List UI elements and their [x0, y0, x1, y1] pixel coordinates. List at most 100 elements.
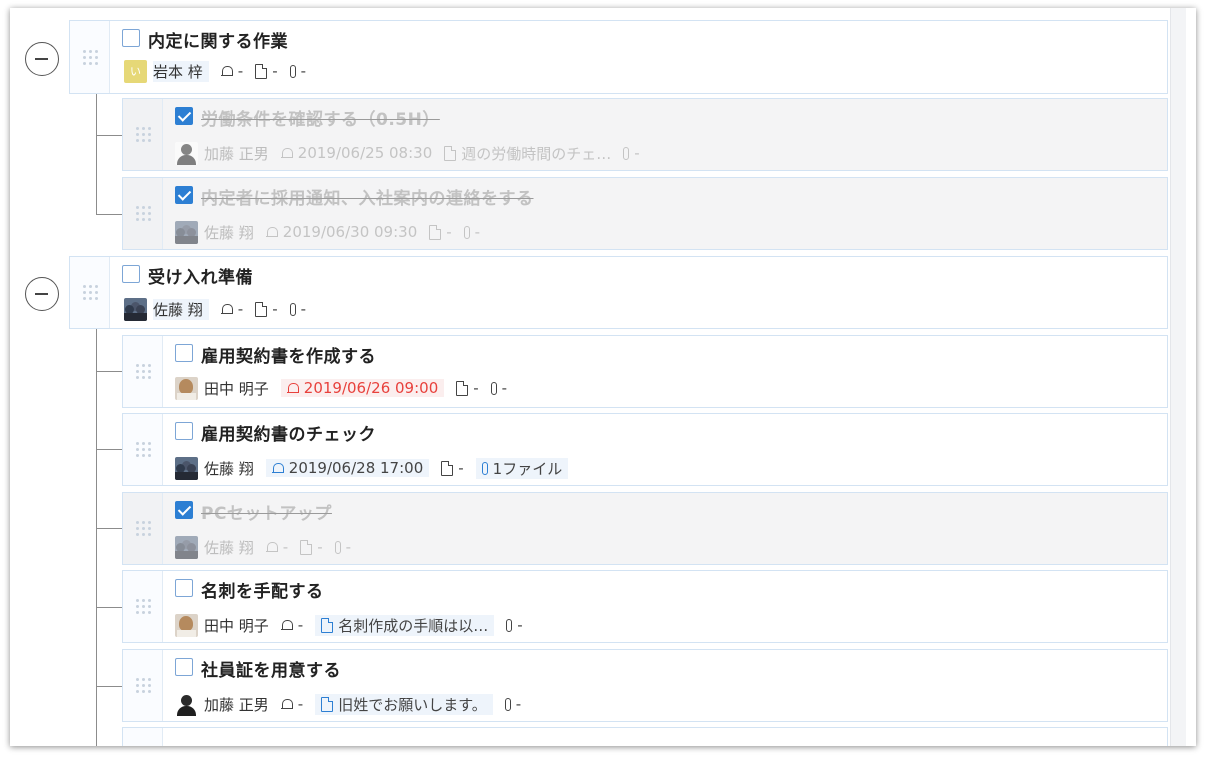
- subtask-card[interactable]: 内定者に採用通知、入社案内の連絡をする 佐藤 翔 2019/06/30 09:3…: [122, 177, 1168, 250]
- assignee-name[interactable]: 佐藤 翔: [153, 298, 209, 320]
- subtask-card[interactable]: [122, 727, 1168, 746]
- task-checkbox[interactable]: [175, 658, 193, 676]
- task-title[interactable]: 雇用契約書を作成する: [201, 342, 376, 367]
- memo[interactable]: -: [429, 223, 452, 241]
- avatar: [175, 692, 198, 716]
- subtask-card[interactable]: 名刺を手配する 田中 明子 - 名刺作成の手順は以… -: [122, 570, 1168, 643]
- memo[interactable]: -: [441, 459, 464, 477]
- attachments[interactable]: -: [289, 300, 306, 318]
- subtask-card[interactable]: PCセットアップ 佐藤 翔 - - -: [122, 492, 1168, 565]
- assignee-name[interactable]: 田中 明子: [204, 615, 269, 636]
- drag-handle-icon[interactable]: [123, 336, 163, 407]
- attachments[interactable]: -: [463, 223, 480, 241]
- memo[interactable]: -: [300, 538, 323, 556]
- avatar: [175, 456, 198, 480]
- paperclip-icon: [289, 64, 296, 78]
- paperclip-icon: [463, 225, 470, 239]
- task-title[interactable]: 内定に関する作業: [148, 27, 288, 52]
- memo[interactable]: -: [456, 379, 479, 397]
- memo[interactable]: 旧姓でお願いします。: [315, 693, 493, 715]
- task-checkbox[interactable]: [175, 422, 193, 440]
- subtask-card[interactable]: 雇用契約書のチェック 佐藤 翔 2019/06/28 17:00 - 1ファイル: [122, 413, 1168, 486]
- drag-handle-icon[interactable]: [123, 571, 163, 642]
- tree-connector: [96, 607, 122, 608]
- task-title[interactable]: 労働条件を確認する（0.5H）: [201, 105, 440, 130]
- drag-handle-icon[interactable]: [70, 21, 110, 93]
- bell-icon: [286, 382, 300, 395]
- assignee-name[interactable]: 田中 明子: [204, 378, 269, 399]
- attachments[interactable]: -: [506, 616, 523, 634]
- reminder-overdue[interactable]: 2019/06/26 09:00: [280, 379, 445, 397]
- task-meta: 佐藤 翔 - - -: [124, 297, 318, 321]
- bell-icon: [220, 65, 234, 78]
- avatar: [175, 613, 198, 637]
- reminder[interactable]: -: [280, 695, 303, 713]
- assignee-name[interactable]: 加藤 正男: [204, 143, 269, 164]
- drag-handle-icon[interactable]: [123, 414, 163, 485]
- task-checkbox-checked[interactable]: [175, 186, 193, 204]
- drag-handle-icon[interactable]: [70, 257, 110, 328]
- collapse-group-button[interactable]: [25, 277, 59, 311]
- task-title[interactable]: 社員証を用意する: [201, 656, 341, 681]
- task-title[interactable]: 内定者に採用通知、入社案内の連絡をする: [201, 184, 534, 209]
- drag-handle-icon[interactable]: [123, 650, 163, 721]
- memo[interactable]: -: [255, 62, 278, 80]
- reminder[interactable]: -: [280, 616, 303, 634]
- task-meta: い 岩本 梓 - - -: [124, 59, 318, 83]
- drag-handle-icon[interactable]: [123, 493, 163, 564]
- subtask-card[interactable]: 社員証を用意する 加藤 正男 - 旧姓でお願いします。 -: [122, 649, 1168, 722]
- attachments[interactable]: -: [334, 538, 351, 556]
- document-icon: [255, 301, 268, 317]
- reminder[interactable]: 2019/06/30 09:30: [265, 223, 417, 241]
- attachments[interactable]: 1ファイル: [475, 457, 569, 479]
- task-checkbox[interactable]: [122, 265, 140, 283]
- task-checkbox-checked[interactable]: [175, 501, 193, 519]
- assignee-name[interactable]: 佐藤 翔: [204, 537, 254, 558]
- memo[interactable]: 名刺作成の手順は以…: [315, 614, 495, 636]
- task-title[interactable]: 名刺を手配する: [201, 577, 324, 602]
- assignee-name[interactable]: 岩本 梓: [153, 60, 209, 82]
- task-title[interactable]: 雇用契約書のチェック: [201, 420, 376, 445]
- task-group-card[interactable]: 内定に関する作業 い 岩本 梓 - - -: [69, 20, 1168, 94]
- assignee-name[interactable]: 佐藤 翔: [204, 222, 254, 243]
- task-checkbox[interactable]: [175, 344, 193, 362]
- attachments[interactable]: -: [504, 695, 521, 713]
- subtask-card[interactable]: 労働条件を確認する（0.5H） 加藤 正男 2019/06/25 08:30 週…: [122, 98, 1168, 171]
- task-meta: 田中 明子 - 名刺作成の手順は以… -: [175, 613, 535, 637]
- assignee-name[interactable]: 佐藤 翔: [204, 458, 254, 479]
- document-icon: [300, 539, 313, 555]
- bell-icon: [220, 303, 234, 316]
- task-title[interactable]: 受け入れ準備: [148, 263, 253, 288]
- document-icon: [456, 380, 469, 396]
- drag-handle-icon[interactable]: [123, 99, 163, 170]
- attachments[interactable]: -: [289, 62, 306, 80]
- assignee-name[interactable]: 加藤 正男: [204, 694, 269, 715]
- document-icon: [321, 696, 334, 712]
- paperclip-icon: [623, 146, 630, 160]
- task-title[interactable]: PCセットアップ: [201, 499, 332, 524]
- attachments[interactable]: -: [490, 379, 507, 397]
- tree-connector: [96, 329, 97, 746]
- reminder[interactable]: -: [220, 62, 243, 80]
- scrollbar[interactable]: [1170, 8, 1186, 746]
- task-group-card[interactable]: 受け入れ準備 佐藤 翔 - - -: [69, 256, 1168, 329]
- tree-connector: [96, 135, 122, 136]
- task-checkbox-checked[interactable]: [175, 107, 193, 125]
- reminder[interactable]: -: [265, 538, 288, 556]
- task-meta: 加藤 正男 2019/06/25 08:30 週の労働時間のチェ… -: [175, 141, 652, 165]
- memo[interactable]: -: [255, 300, 278, 318]
- avatar: [175, 220, 198, 244]
- document-icon: [321, 617, 334, 633]
- memo[interactable]: 週の労働時間のチェ…: [444, 143, 611, 164]
- task-checkbox[interactable]: [175, 579, 193, 597]
- task-meta: 佐藤 翔 2019/06/28 17:00 - 1ファイル: [175, 456, 580, 480]
- reminder[interactable]: 2019/06/28 17:00: [265, 459, 430, 477]
- subtask-card[interactable]: 雇用契約書を作成する 田中 明子 2019/06/26 09:00 - -: [122, 335, 1168, 408]
- drag-handle-icon[interactable]: [123, 178, 163, 249]
- drag-handle-icon[interactable]: [123, 728, 163, 746]
- reminder[interactable]: 2019/06/25 08:30: [280, 144, 432, 162]
- reminder[interactable]: -: [220, 300, 243, 318]
- attachments[interactable]: -: [623, 144, 640, 162]
- collapse-group-button[interactable]: [25, 42, 59, 76]
- task-checkbox[interactable]: [122, 29, 140, 47]
